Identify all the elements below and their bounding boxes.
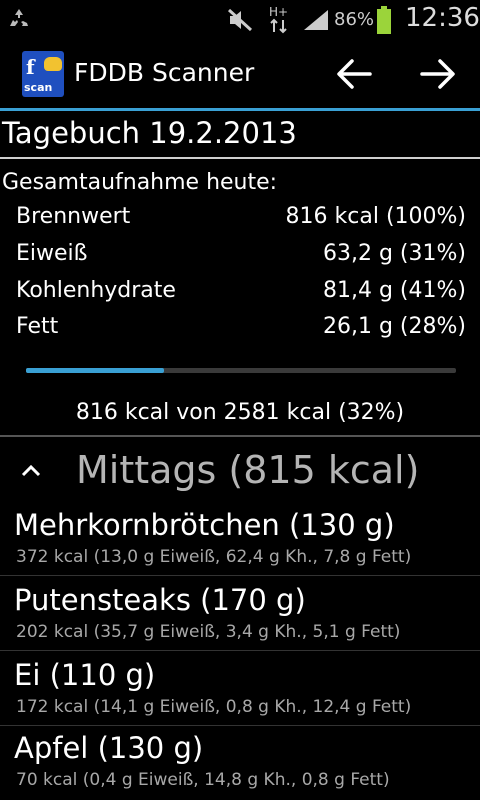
food-name: Ei (110 g): [14, 658, 156, 692]
food-item[interactable]: Putensteaks (170 g) 202 kcal (35,7 g Eiw…: [0, 577, 480, 651]
nutrient-row-carbs: Kohlenhydrate 81,4 g (41%): [16, 278, 466, 312]
food-detail: 70 kcal (0,4 g Eiweiß, 14,8 g Kh., 0,8 g…: [16, 770, 390, 790]
food-name: Apfel (130 g): [14, 731, 204, 765]
svg-text:H+: H+: [269, 5, 288, 19]
summary-heading: Gesamtaufnahme heute:: [2, 170, 278, 195]
calorie-total-line: 816 kcal von 2581 kcal (32%): [75, 400, 405, 425]
clock: 12:36: [405, 3, 480, 33]
nutrient-label: Brennwert: [16, 204, 131, 229]
app-title: FDDB Scanner: [74, 58, 255, 87]
mute-icon: [227, 8, 253, 32]
status-bar: H+ 86% 12:36: [0, 0, 480, 38]
food-detail: 372 kcal (13,0 g Eiweiß, 62,4 g Kh., 7,8…: [16, 547, 412, 567]
recycle-icon: [10, 9, 28, 26]
food-detail: 202 kcal (35,7 g Eiweiß, 3,4 g Kh., 5,1 …: [16, 622, 401, 642]
arrow-right-icon[interactable]: [418, 56, 458, 92]
nutrient-label: Kohlenhydrate: [16, 278, 176, 303]
food-item[interactable]: Ei (110 g) 172 kcal (14,1 g Eiweiß, 0,8 …: [0, 652, 480, 726]
divider: [0, 575, 480, 576]
divider: [0, 650, 480, 651]
nutrient-value: 81,4 g (41%): [323, 278, 466, 303]
meal-title: Mittags (815 kcal): [76, 448, 420, 492]
meal-header[interactable]: Mittags (815 kcal): [0, 440, 480, 502]
food-detail: 172 kcal (14,1 g Eiweiß, 0,8 g Kh., 12,4…: [16, 697, 412, 717]
chevron-up-icon[interactable]: [18, 458, 44, 484]
action-bar: f scan FDDB Scanner: [0, 38, 480, 111]
nutrient-value: 816 kcal (100%): [285, 204, 466, 229]
nutrient-label: Fett: [16, 314, 59, 339]
logo-letter: f: [26, 55, 35, 79]
hplus-data-icon: H+: [269, 5, 288, 34]
nutrient-value: 63,2 g (31%): [323, 241, 466, 266]
signal-icon: [304, 10, 328, 30]
calorie-progress-fill: [26, 368, 164, 373]
divider: [0, 435, 480, 437]
nutrient-row-energy: Brennwert 816 kcal (100%): [16, 204, 466, 238]
app-logo[interactable]: f scan: [22, 51, 64, 97]
nutrient-row-fat: Fett 26,1 g (28%): [16, 314, 466, 348]
nutrient-value: 26,1 g (28%): [323, 314, 466, 339]
thumb-icon: [44, 57, 62, 71]
battery-icon: [377, 6, 391, 34]
food-item[interactable]: Mehrkornbrötchen (130 g) 372 kcal (13,0 …: [0, 502, 480, 576]
battery-percent: 86%: [334, 9, 375, 30]
food-name: Mehrkornbrötchen (130 g): [14, 508, 395, 542]
food-name: Putensteaks (170 g): [14, 583, 306, 617]
nutrient-label: Eiweiß: [16, 241, 88, 266]
calorie-progress-bar: [26, 368, 456, 373]
logo-scan-text: scan: [24, 81, 53, 94]
arrow-left-icon[interactable]: [334, 56, 374, 92]
food-item[interactable]: Apfel (130 g) 70 kcal (0,4 g Eiweiß, 14,…: [0, 725, 480, 799]
diary-header: Tagebuch 19.2.2013: [0, 111, 480, 159]
nutrient-row-protein: Eiweiß 63,2 g (31%): [16, 241, 466, 275]
diary-date-title: Tagebuch 19.2.2013: [2, 116, 297, 150]
